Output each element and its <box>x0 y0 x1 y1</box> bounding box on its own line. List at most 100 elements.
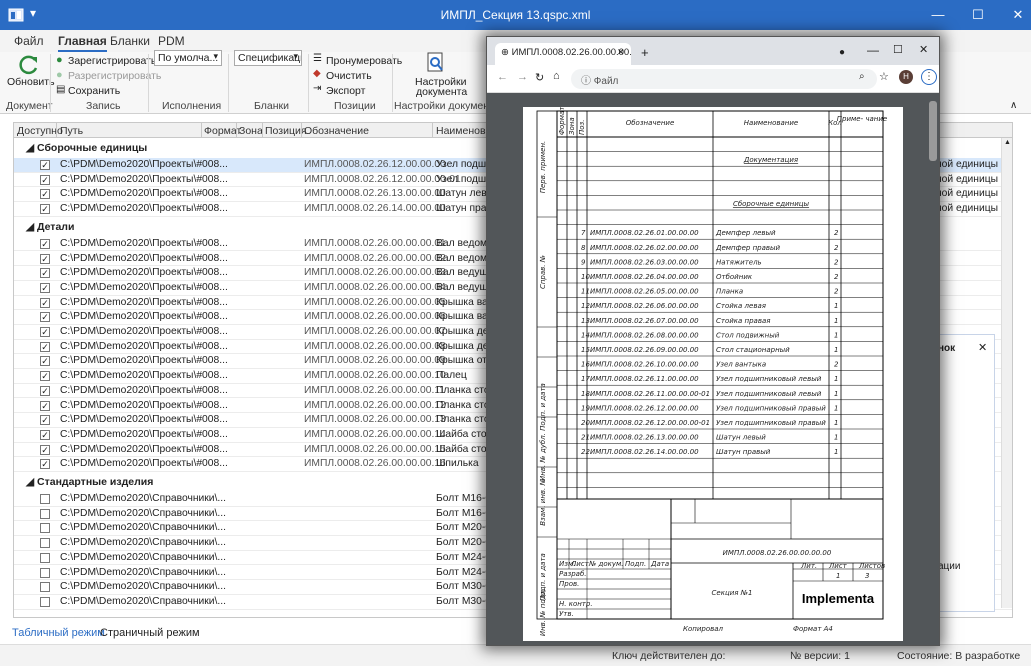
available-checkbox[interactable]: ✓ <box>40 371 50 382</box>
register-button[interactable]: Зарегистрировать <box>68 55 156 67</box>
tab-pdm[interactable]: PDM <box>158 34 185 48</box>
path-cell: C:\PDM\Demo2020\Проекты\#008... <box>60 414 228 426</box>
path-cell: C:\PDM\Demo2020\Проекты\#008... <box>60 159 228 170</box>
available-checkbox[interactable]: ✓ <box>40 238 50 249</box>
available-checkbox[interactable] <box>40 582 50 593</box>
available-checkbox[interactable]: ✓ <box>40 282 50 293</box>
menu-icon[interactable]: ⋮ <box>921 69 937 85</box>
col-designation[interactable]: Обозначение <box>304 125 369 137</box>
tab-table-mode[interactable]: Табличный режим <box>12 627 105 639</box>
spec-name: Стол подвижный <box>716 331 780 339</box>
spec-qty: 2 <box>834 288 839 296</box>
tab-close-icon[interactable]: ✕ <box>617 47 625 58</box>
forward-icon[interactable]: → <box>517 71 528 83</box>
new-tab-button[interactable]: + <box>641 45 649 60</box>
available-checkbox[interactable]: ✓ <box>40 174 50 185</box>
spec-pos: 9 <box>581 258 586 266</box>
export-button[interactable]: Экспорт <box>326 85 365 97</box>
available-checkbox[interactable] <box>40 494 50 504</box>
collapse-ribbon-icon[interactable]: ∧ <box>1010 100 1017 111</box>
side-label: Инв. № подл. <box>539 588 547 636</box>
spec-qty: 1 <box>834 317 838 325</box>
available-checkbox[interactable]: ✓ <box>40 444 50 455</box>
available-checkbox[interactable]: ✓ <box>40 356 50 367</box>
spec-designation: ИМПЛ.0008.02.26.05.00.00.00 <box>590 288 699 296</box>
group-separator <box>308 54 309 112</box>
available-checkbox[interactable] <box>40 523 50 534</box>
available-checkbox[interactable] <box>40 538 50 549</box>
available-checkbox[interactable]: ✓ <box>40 415 50 426</box>
path-cell: C:\PDM\Demo2020\Проекты\#008... <box>60 252 228 264</box>
collapse-triangle-icon[interactable]: ◢ <box>26 221 37 233</box>
close-button[interactable]: ✕ <box>995 0 1031 30</box>
grid-scrollbar[interactable]: ▲ <box>1001 138 1012 608</box>
spec-name: Демпфер левый <box>715 229 776 237</box>
available-checkbox[interactable]: ✓ <box>40 160 50 170</box>
lit-value: 3 <box>865 572 869 580</box>
available-checkbox[interactable]: ✓ <box>40 385 50 396</box>
collapse-triangle-icon[interactable]: ◢ <box>26 476 37 488</box>
browser-minimize[interactable]: — <box>867 43 879 57</box>
home-icon[interactable]: ⌂ <box>553 70 560 82</box>
available-checkbox[interactable]: ✓ <box>40 297 50 308</box>
pane-close-icon[interactable]: ✕ <box>978 341 987 354</box>
address-bar[interactable]: ⓘ Файл <box>571 69 877 89</box>
reload-icon[interactable]: ↻ <box>535 71 544 84</box>
available-checkbox[interactable]: ✓ <box>40 341 50 352</box>
browser-close[interactable]: ✕ <box>919 43 928 56</box>
stamp-title: Секция №1 <box>712 589 753 597</box>
blanks-combo[interactable]: Спецификаци <box>234 50 302 66</box>
back-icon[interactable]: ← <box>497 71 508 83</box>
spec-header-cell: Поз. <box>578 120 586 136</box>
refresh-icon <box>19 55 38 75</box>
spec-header-cell: Наименование <box>744 119 798 127</box>
col-zone[interactable]: Зона <box>239 125 263 137</box>
available-checkbox[interactable] <box>40 596 50 607</box>
available-checkbox[interactable]: ✓ <box>40 189 50 200</box>
group-positions-label: Позиции <box>334 100 376 112</box>
tab-page-mode[interactable]: Страничный режим <box>100 627 200 639</box>
spec-designation: ИМПЛ.0008.02.26.03.00.00.00 <box>590 258 699 266</box>
available-checkbox[interactable] <box>40 567 50 578</box>
tab-home[interactable]: Главная <box>58 34 107 52</box>
path-cell: C:\PDM\Demo2020\Проекты\#008... <box>60 399 228 411</box>
available-checkbox[interactable]: ✓ <box>40 429 50 440</box>
available-checkbox[interactable]: ✓ <box>40 400 50 411</box>
available-checkbox[interactable] <box>40 552 50 563</box>
available-checkbox[interactable]: ✓ <box>40 204 50 215</box>
col-name[interactable]: Наименова <box>436 125 491 137</box>
clear-button[interactable]: Очистить <box>326 70 372 82</box>
designation-cell: ИМПЛ.0008.02.26.00.00.00.04 <box>304 281 446 293</box>
profile-dot-icon[interactable]: ● <box>839 47 845 58</box>
designation-cell: ИМПЛ.0008.02.26.00.00.00.15 <box>304 443 446 455</box>
available-checkbox[interactable]: ✓ <box>40 459 50 470</box>
col-path[interactable]: Путь <box>60 125 83 137</box>
zoom-icon[interactable]: ⌕ <box>859 71 865 82</box>
spec-name: Узел подшипниковый левый <box>716 375 822 383</box>
tab-blanks[interactable]: Бланки <box>110 34 150 48</box>
refresh-button[interactable]: Обновить <box>7 76 55 88</box>
available-checkbox[interactable]: ✓ <box>40 327 50 337</box>
available-checkbox[interactable]: ✓ <box>40 312 50 323</box>
pdf-scrollbar-thumb[interactable] <box>929 101 937 161</box>
avatar[interactable]: Н <box>899 70 913 84</box>
available-checkbox[interactable] <box>40 508 50 519</box>
type-cell: ной единицы <box>936 188 999 200</box>
copied-label: Копировал <box>683 625 724 633</box>
doc-settings-button-line2[interactable]: документа <box>416 86 467 98</box>
renumber-button[interactable]: Пронумеровать <box>326 55 402 67</box>
side-label: Инв. № дубл. <box>539 433 547 481</box>
save-button[interactable]: Сохранить <box>68 85 120 97</box>
available-checkbox[interactable]: ✓ <box>40 253 50 264</box>
browser-tab[interactable]: ⊕ ИМПЛ.0008.02.26.00.00.00.00 С <box>495 43 631 65</box>
bookmark-star-icon[interactable]: ☆ <box>879 70 889 83</box>
browser-maximize[interactable]: ☐ <box>893 43 903 56</box>
executions-combo[interactable]: По умолча... <box>154 50 222 66</box>
tab-file[interactable]: Файл <box>14 34 44 48</box>
spec-pos: 7 <box>581 229 586 237</box>
collapse-triangle-icon[interactable]: ◢ <box>26 142 37 154</box>
pdf-viewer[interactable]: Формат Зона Поз. Обозначение Наименование Кол… <box>487 93 939 645</box>
path-cell: C:\PDM\Demo2020\Проекты\#008... <box>60 173 228 185</box>
path-cell: C:\PDM\Demo2020\Проекты\#008... <box>60 370 228 382</box>
available-checkbox[interactable]: ✓ <box>40 268 50 279</box>
